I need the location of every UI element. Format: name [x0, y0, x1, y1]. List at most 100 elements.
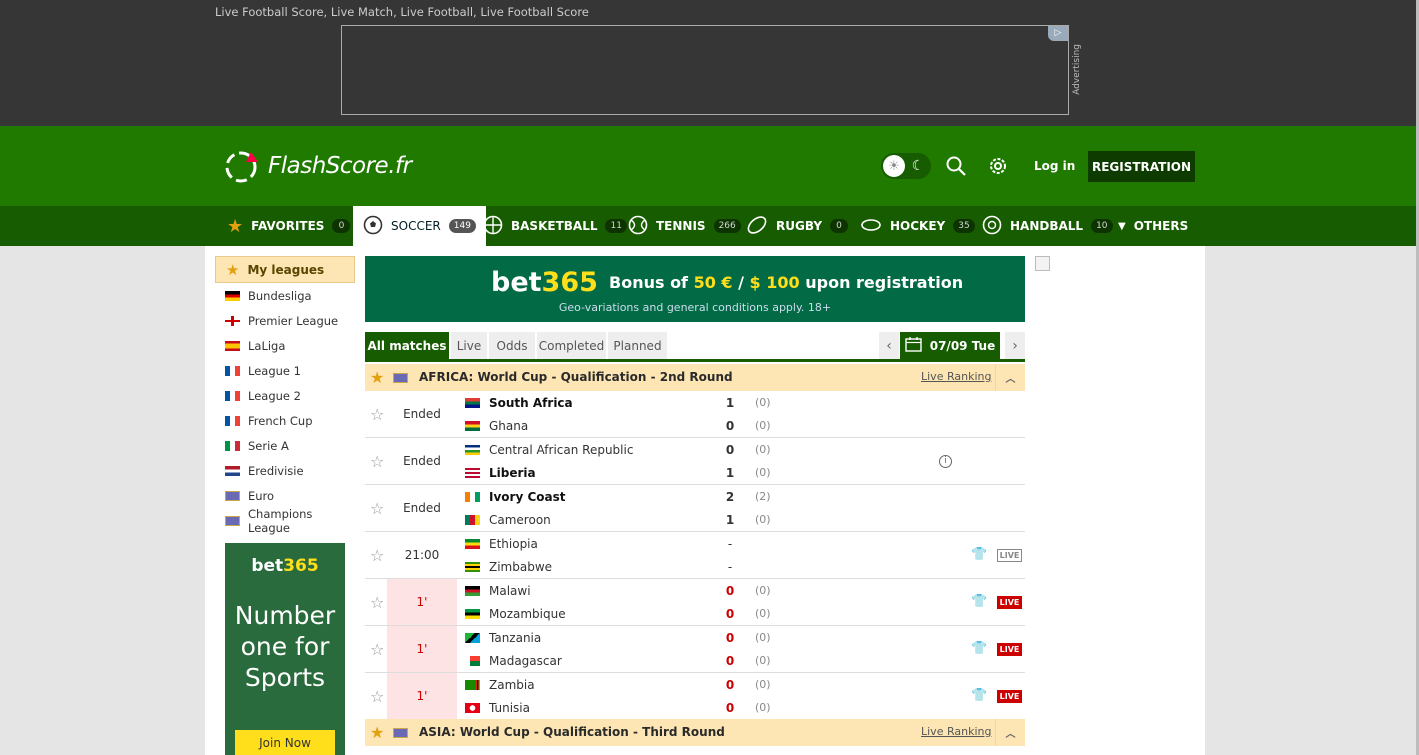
team-name: Ghana	[489, 419, 529, 433]
lineup-shirt-icon[interactable]: 👕	[971, 547, 987, 562]
match-row[interactable]: ☆ 21:00 Ethiopia Zimbabwe - - 👕 LIVE	[365, 532, 1025, 579]
central-african-republic-flag-icon	[465, 445, 480, 455]
home-score: 1	[725, 396, 735, 410]
live-ranking-link[interactable]: Live Ranking	[921, 725, 991, 738]
ivory-coast-flag-icon	[465, 492, 480, 502]
league-name: Premier League	[248, 313, 339, 328]
home-score: 0	[725, 631, 735, 645]
info-icon[interactable]: i	[939, 455, 952, 468]
brand-b: 365	[541, 267, 598, 298]
live-badge[interactable]: LIVE	[997, 643, 1022, 656]
live-badge[interactable]: LIVE	[997, 690, 1022, 703]
nav-others[interactable]: ▼ OTHERS	[1118, 206, 1188, 246]
spain-flag-icon	[225, 340, 240, 351]
bet365-side-ad[interactable]: bet365 Number one for Sports Join Now	[225, 543, 345, 755]
favorite-star-icon[interactable]: ☆	[370, 405, 384, 424]
advertising-label: Advertising	[1072, 44, 1082, 95]
sidebar-league-premier-league[interactable]: Premier League	[215, 308, 355, 333]
settings-gear-icon[interactable]	[987, 155, 1009, 177]
favorite-star-icon[interactable]: ☆	[370, 452, 384, 471]
dark-mode-icon[interactable]: ☾	[907, 155, 929, 177]
live-badge[interactable]: LIVE	[997, 596, 1022, 609]
sidebar-league-league-2[interactable]: League 2	[215, 383, 355, 408]
favorite-star-icon[interactable]: ☆	[370, 546, 384, 565]
registration-button[interactable]: REGISTRATION	[1088, 151, 1195, 182]
sidebar-league-champions-league[interactable]: Champions League	[215, 506, 355, 535]
nav-label: HOCKEY	[890, 219, 946, 233]
match-row[interactable]: ☆ Ended Central African Republic Liberia…	[365, 438, 1025, 485]
live-ranking-link[interactable]: Live Ranking	[921, 370, 991, 383]
lineup-shirt-icon[interactable]: 👕	[971, 688, 987, 703]
my-leagues-header: ★ My leagues	[215, 256, 355, 283]
sidebar-league-laliga[interactable]: LaLiga	[215, 333, 355, 358]
match-stage: 1'	[387, 579, 457, 625]
nav-soccer[interactable]: SOCCER 149	[353, 206, 486, 246]
match-row[interactable]: ☆ 1' Zambia Tunisia 0 0 (0) (0) 👕 LIVE	[365, 673, 1025, 720]
favorite-star-icon[interactable]: ☆	[370, 499, 384, 518]
league-name[interactable]: ASIA: World Cup - Qualification - Third …	[419, 725, 725, 739]
tab-live[interactable]: Live	[451, 332, 487, 359]
home-score: 2	[725, 490, 735, 504]
nav-basketball[interactable]: BASKETBALL 11	[483, 206, 627, 246]
login-link[interactable]: Log in	[1034, 159, 1075, 173]
home-score: -	[727, 537, 733, 551]
match-row[interactable]: ☆ Ended Ivory Coast Cameroon 2 1 (2) (0)	[365, 485, 1025, 532]
collapse-chevron-icon[interactable]: ︿	[995, 364, 1025, 391]
match-row[interactable]: ☆ 1' Tanzania Madagascar 0 0 (0) (0) 👕 L…	[365, 626, 1025, 673]
team-name: Malawi	[489, 584, 531, 598]
bonus-conditions: Geo-variations and general conditions ap…	[558, 301, 832, 314]
league-name: League 2	[248, 388, 301, 403]
match-row[interactable]: ☆ 1' Malawi Mozambique 0 0 (0) (0) 👕 LIV…	[365, 579, 1025, 626]
join-now-button[interactable]: Join Now	[235, 730, 335, 755]
home-score: 0	[725, 678, 735, 692]
nav-rugby[interactable]: RUGBY 0	[746, 206, 849, 246]
away-team: Ghana	[465, 417, 528, 435]
date-picker[interactable]: 07/09 Tue	[900, 332, 1000, 359]
previous-day-arrow-icon[interactable]: ‹	[879, 332, 899, 359]
league-name: Champions League	[248, 506, 313, 535]
tab-all-matches[interactable]: All matches	[365, 332, 449, 359]
bonus-text: Bonus of 50 € / $ 100 upon registration	[609, 273, 963, 292]
mozambique-flag-icon	[465, 609, 480, 619]
lineup-shirt-icon[interactable]: 👕	[971, 641, 987, 656]
star-icon[interactable]: ★	[370, 723, 384, 742]
lineup-shirt-icon[interactable]: 👕	[971, 594, 987, 609]
bet365-banner[interactable]: bet365 Bonus of 50 € / $ 100 upon regist…	[365, 256, 1025, 322]
next-day-arrow-icon[interactable]: ›	[1005, 332, 1025, 359]
league-header[interactable]: ★ AFRICA: World Cup - Qualification - 2n…	[365, 364, 1025, 391]
favorite-star-icon[interactable]: ☆	[370, 640, 384, 659]
favorite-star-icon[interactable]: ☆	[370, 593, 384, 612]
ad-choices-icon[interactable]: ▷	[1048, 26, 1068, 41]
nav-hockey[interactable]: HOCKEY 35	[860, 206, 975, 246]
nav-favorites[interactable]: ★ FAVORITES 0	[227, 206, 351, 246]
search-icon[interactable]	[945, 155, 967, 177]
sidebar-league-bundesliga[interactable]: Bundesliga	[215, 283, 355, 308]
ad-banner[interactable]: ▷	[341, 25, 1069, 115]
light-mode-icon[interactable]: ☀	[883, 155, 905, 177]
sidebar-league-league-1[interactable]: League 1	[215, 358, 355, 383]
sidebar-league-serie-a[interactable]: Serie A	[215, 433, 355, 458]
france-flag-icon	[225, 415, 240, 426]
match-row[interactable]: ☆ Ended South Africa Ghana 1 0 (0) (0)	[365, 391, 1025, 438]
home-team: Central African Republic	[465, 441, 633, 459]
sidebar-league-euro[interactable]: Euro	[215, 483, 355, 508]
ghana-flag-icon	[465, 421, 480, 431]
theme-toggle[interactable]: ☀ ☾	[881, 153, 931, 179]
nav-tennis[interactable]: TENNIS 266	[628, 206, 741, 246]
favorite-star-icon[interactable]: ☆	[370, 687, 384, 706]
nav-handball[interactable]: HANDBALL 10	[982, 206, 1113, 246]
live-badge[interactable]: LIVE	[997, 549, 1022, 562]
tab-completed[interactable]: Completed	[537, 332, 606, 359]
league-header[interactable]: ★ ASIA: World Cup - Qualification - Thir…	[365, 719, 1025, 746]
tab-planned[interactable]: Planned	[608, 332, 667, 359]
sidebar-league-eredivisie[interactable]: Eredivisie	[215, 458, 355, 483]
collapse-chevron-icon[interactable]: ︿	[995, 719, 1025, 746]
league-name[interactable]: AFRICA: World Cup - Qualification - 2nd …	[419, 370, 733, 384]
star-icon[interactable]: ★	[370, 368, 384, 387]
ethiopia-flag-icon	[465, 539, 480, 549]
ad-slogan: Number one for Sports	[234, 601, 336, 692]
flashscore-logo[interactable]: FlashScore.fr	[224, 148, 412, 184]
tab-odds[interactable]: Odds	[489, 332, 535, 359]
match-stage: 21:00	[404, 548, 440, 562]
sidebar-league-french-cup[interactable]: French Cup	[215, 408, 355, 433]
